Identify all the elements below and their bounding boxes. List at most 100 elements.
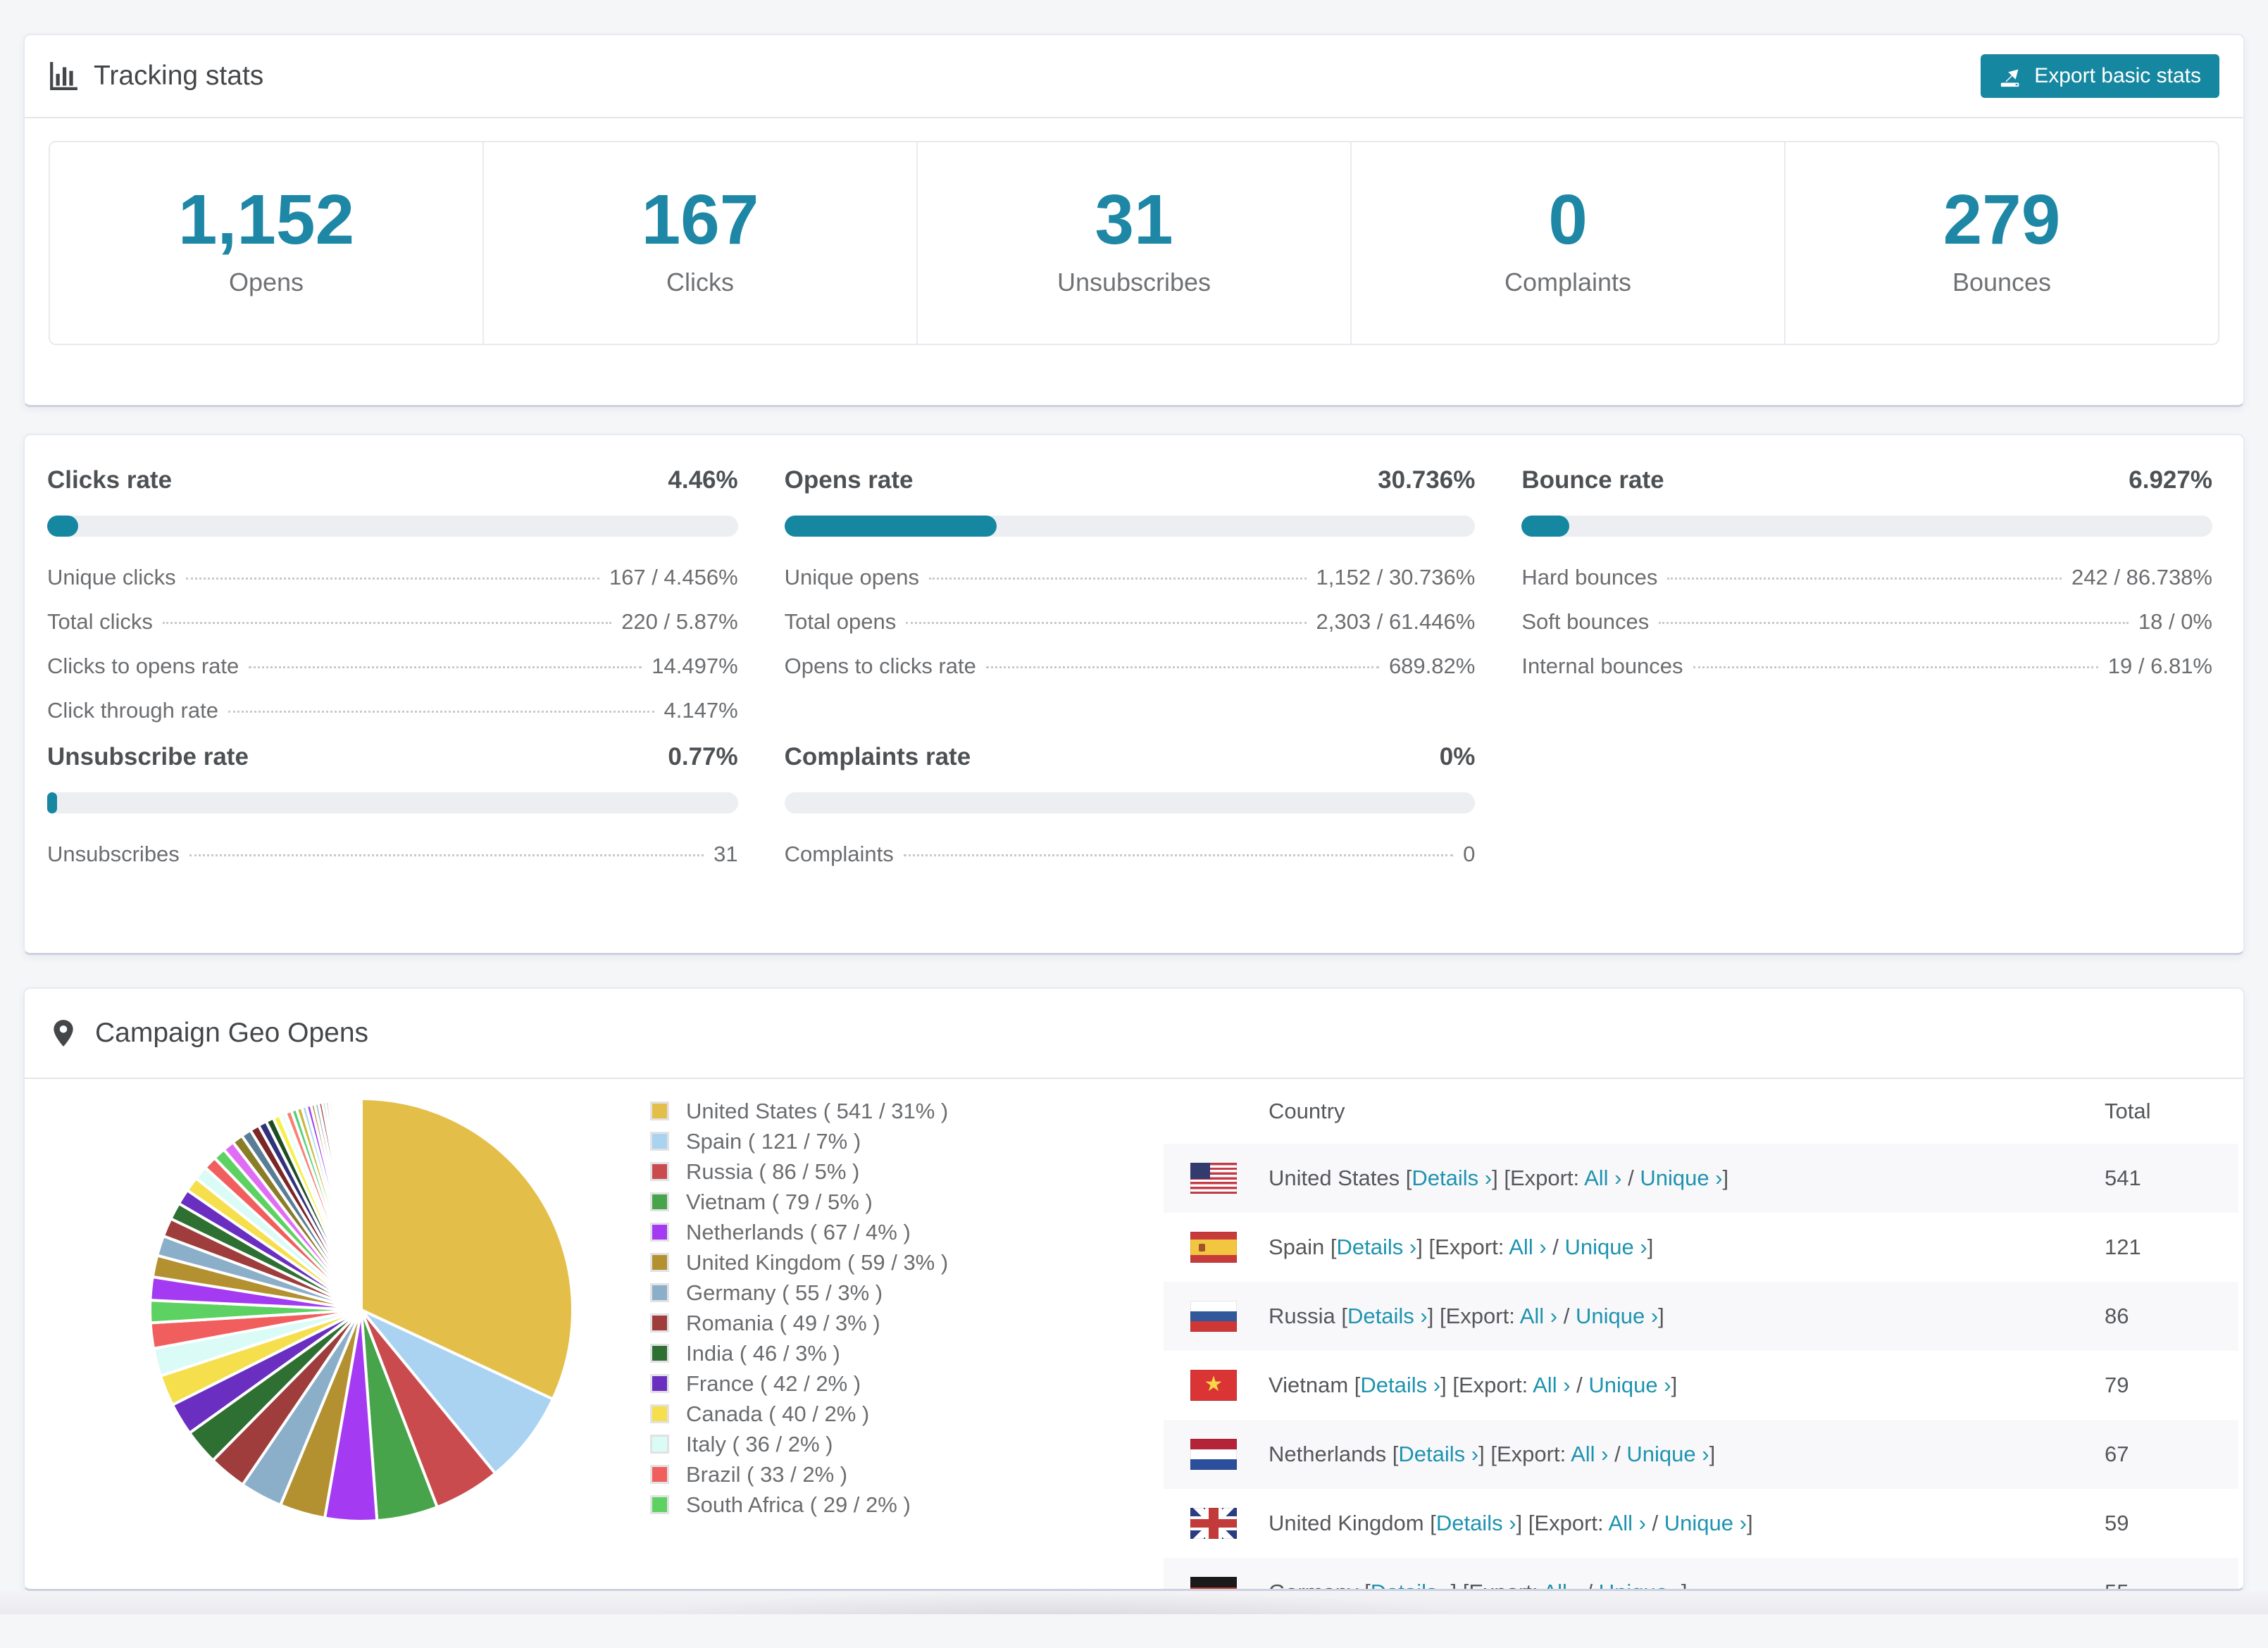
legend-swatch <box>650 1162 669 1181</box>
export-all-link[interactable]: All › <box>1509 1235 1546 1259</box>
export-all-link[interactable]: All › <box>1571 1442 1608 1466</box>
export-all-link[interactable]: All › <box>1584 1166 1621 1190</box>
metric-label: Internal bounces <box>1521 654 1683 678</box>
details-link[interactable]: Details › <box>1347 1304 1428 1328</box>
legend-label: Vietnam ( 79 / 5% ) <box>686 1189 873 1214</box>
country-links: Russia [Details ›] [Export: All › / Uniq… <box>1269 1304 1664 1328</box>
legend-label: Canada ( 40 / 2% ) <box>686 1401 870 1426</box>
stat-complaints-label: Complaints <box>1504 268 1632 296</box>
legend-label: India ( 46 / 3% ) <box>686 1340 840 1366</box>
unsubscribe-rate-value: 0.77% <box>668 743 738 770</box>
metric-value: 4.147% <box>663 698 738 723</box>
legend-swatch <box>650 1132 669 1151</box>
legend-swatch <box>650 1344 669 1363</box>
column-header-total: Total <box>2105 1099 2151 1123</box>
legend-swatch <box>650 1495 669 1514</box>
details-link[interactable]: Details › <box>1398 1442 1478 1466</box>
export-unique-link[interactable]: Unique › <box>1664 1511 1747 1535</box>
export-unique-link[interactable]: Unique › <box>1576 1304 1658 1328</box>
legend-item: Germany ( 55 / 3% ) <box>650 1278 948 1308</box>
country-flag <box>1190 1370 1237 1401</box>
total-cell: 59 <box>2105 1511 2129 1535</box>
legend-item: United States ( 541 / 31% ) <box>650 1096 948 1126</box>
bottom-shadow <box>634 1591 1479 1614</box>
country-links: United Kingdom [Details ›] [Export: All … <box>1269 1511 1753 1535</box>
country-flag <box>1190 1232 1237 1263</box>
country-flag <box>1190 1508 1237 1539</box>
metric-label: Unique clicks <box>47 565 176 589</box>
country-cell: Germany [Details ›] [Export: All › / Uni… <box>1190 1577 2105 1589</box>
legend-swatch <box>650 1404 669 1423</box>
export-all-link[interactable]: All › <box>1609 1511 1646 1535</box>
export-unique-link[interactable]: Unique › <box>1626 1442 1709 1466</box>
country-links: Vietnam [Details ›] [Export: All › / Uni… <box>1269 1373 1678 1397</box>
unsubscribe-rate-progressbar <box>47 792 738 813</box>
export-unique-link[interactable]: Unique › <box>1640 1166 1722 1190</box>
country-cell: Spain [Details ›] [Export: All › / Uniqu… <box>1190 1232 2105 1263</box>
stat-bounces-value: 279 <box>1943 180 2061 259</box>
tracking-stats-title-group: Tracking stats <box>49 61 263 92</box>
stat-clicks-value: 167 <box>641 180 759 259</box>
stat-clicks-label: Clicks <box>666 268 734 296</box>
map-pin-icon <box>54 1020 73 1047</box>
details-link[interactable]: Details › <box>1371 1580 1451 1589</box>
unsubscribe-rate-section: Unsubscribe rate 0.77% Unsubscribes 31 <box>47 743 738 867</box>
export-all-link[interactable]: All › <box>1543 1580 1580 1589</box>
export-unique-link[interactable]: Unique › <box>1588 1373 1671 1397</box>
table-row: Germany [Details ›] [Export: All › / Uni… <box>1164 1558 2238 1589</box>
details-link[interactable]: Details › <box>1436 1511 1516 1535</box>
export-all-link[interactable]: All › <box>1520 1304 1557 1328</box>
legend-swatch <box>650 1283 669 1302</box>
bounce-rate-value: 6.927% <box>2129 466 2212 494</box>
geo-table-body: United States [Details ›] [Export: All ›… <box>1164 1144 2238 1589</box>
legend-label: France ( 42 / 2% ) <box>686 1371 861 1396</box>
metric-label: Total clicks <box>47 609 153 634</box>
unsubscribe-rate-title: Unsubscribe rate <box>47 743 249 770</box>
geo-opens-title: Campaign Geo Opens <box>95 1018 369 1048</box>
legend-item: South Africa ( 29 / 2% ) <box>650 1490 948 1520</box>
clicks-rate-progressbar <box>47 516 738 537</box>
details-link[interactable]: Details › <box>1412 1166 1492 1190</box>
rates-card: Clicks rate 4.46% Unique clicks 167 / 4.4… <box>23 434 2245 955</box>
total-cell: 79 <box>2105 1373 2129 1397</box>
export-unique-link[interactable]: Unique › <box>1565 1235 1647 1259</box>
details-link[interactable]: Details › <box>1360 1373 1440 1397</box>
details-link[interactable]: Details › <box>1337 1235 1417 1259</box>
legend-label: United Kingdom ( 59 / 3% ) <box>686 1249 949 1275</box>
legend-label: Romania ( 49 / 3% ) <box>686 1310 880 1335</box>
legend-item: Russia ( 86 / 5% ) <box>650 1156 948 1187</box>
legend-item: United Kingdom ( 59 / 3% ) <box>650 1247 948 1278</box>
legend-item: France ( 42 / 2% ) <box>650 1368 948 1399</box>
export-basic-stats-button[interactable]: Export basic stats <box>1981 54 2219 98</box>
country-name: Netherlands <box>1269 1442 1387 1466</box>
export-button-label: Export basic stats <box>2034 64 2201 87</box>
metric-value: 689.82% <box>1388 654 1476 678</box>
metric-label: Complaints <box>784 842 894 866</box>
metric-value: 14.497% <box>652 654 738 678</box>
legend-swatch <box>650 1223 669 1242</box>
tracking-stats-card: Tracking stats Export basic stats 1,152 … <box>23 34 2245 407</box>
campaign-geo-opens-card: Campaign Geo Opens United States ( 541 /… <box>23 987 2245 1591</box>
tracking-stats-title: Tracking stats <box>94 61 264 91</box>
export-prefix: Export: <box>1459 1373 1528 1397</box>
export-unique-link[interactable]: Unique › <box>1599 1580 1681 1589</box>
metric-value: 242 / 86.738% <box>2071 565 2212 589</box>
total-cell: 121 <box>2105 1235 2141 1259</box>
bounce-rate-progressbar <box>1521 516 2212 537</box>
metric-value: 19 / 6.81% <box>2107 654 2212 678</box>
legend-label: Russia ( 86 / 5% ) <box>686 1159 860 1184</box>
clicks-rate-section: Clicks rate 4.46% Unique clicks 167 / 4.4… <box>47 466 738 723</box>
export-prefix: Export: <box>1496 1442 1566 1466</box>
legend-item: India ( 46 / 3% ) <box>650 1338 948 1368</box>
country-name: United Kingdom <box>1269 1511 1424 1535</box>
legend-item: Romania ( 49 / 3% ) <box>650 1308 948 1338</box>
stat-unsubscribes: 31 Unsubscribes <box>918 142 1352 344</box>
export-all-link[interactable]: All › <box>1533 1373 1570 1397</box>
stat-complaints-value: 0 <box>1548 180 1588 259</box>
legend-swatch <box>650 1313 669 1332</box>
total-cell: 55 <box>2105 1580 2238 1589</box>
stat-complaints: 0 Complaints <box>1352 142 1786 344</box>
table-row: Vietnam [Details ›] [Export: All › / Uni… <box>1164 1351 2238 1420</box>
clicks-rate-title: Clicks rate <box>47 466 173 494</box>
bounce-rate-section: Bounce rate 6.927% Hard bounces 242 / 86.… <box>1521 466 2212 723</box>
